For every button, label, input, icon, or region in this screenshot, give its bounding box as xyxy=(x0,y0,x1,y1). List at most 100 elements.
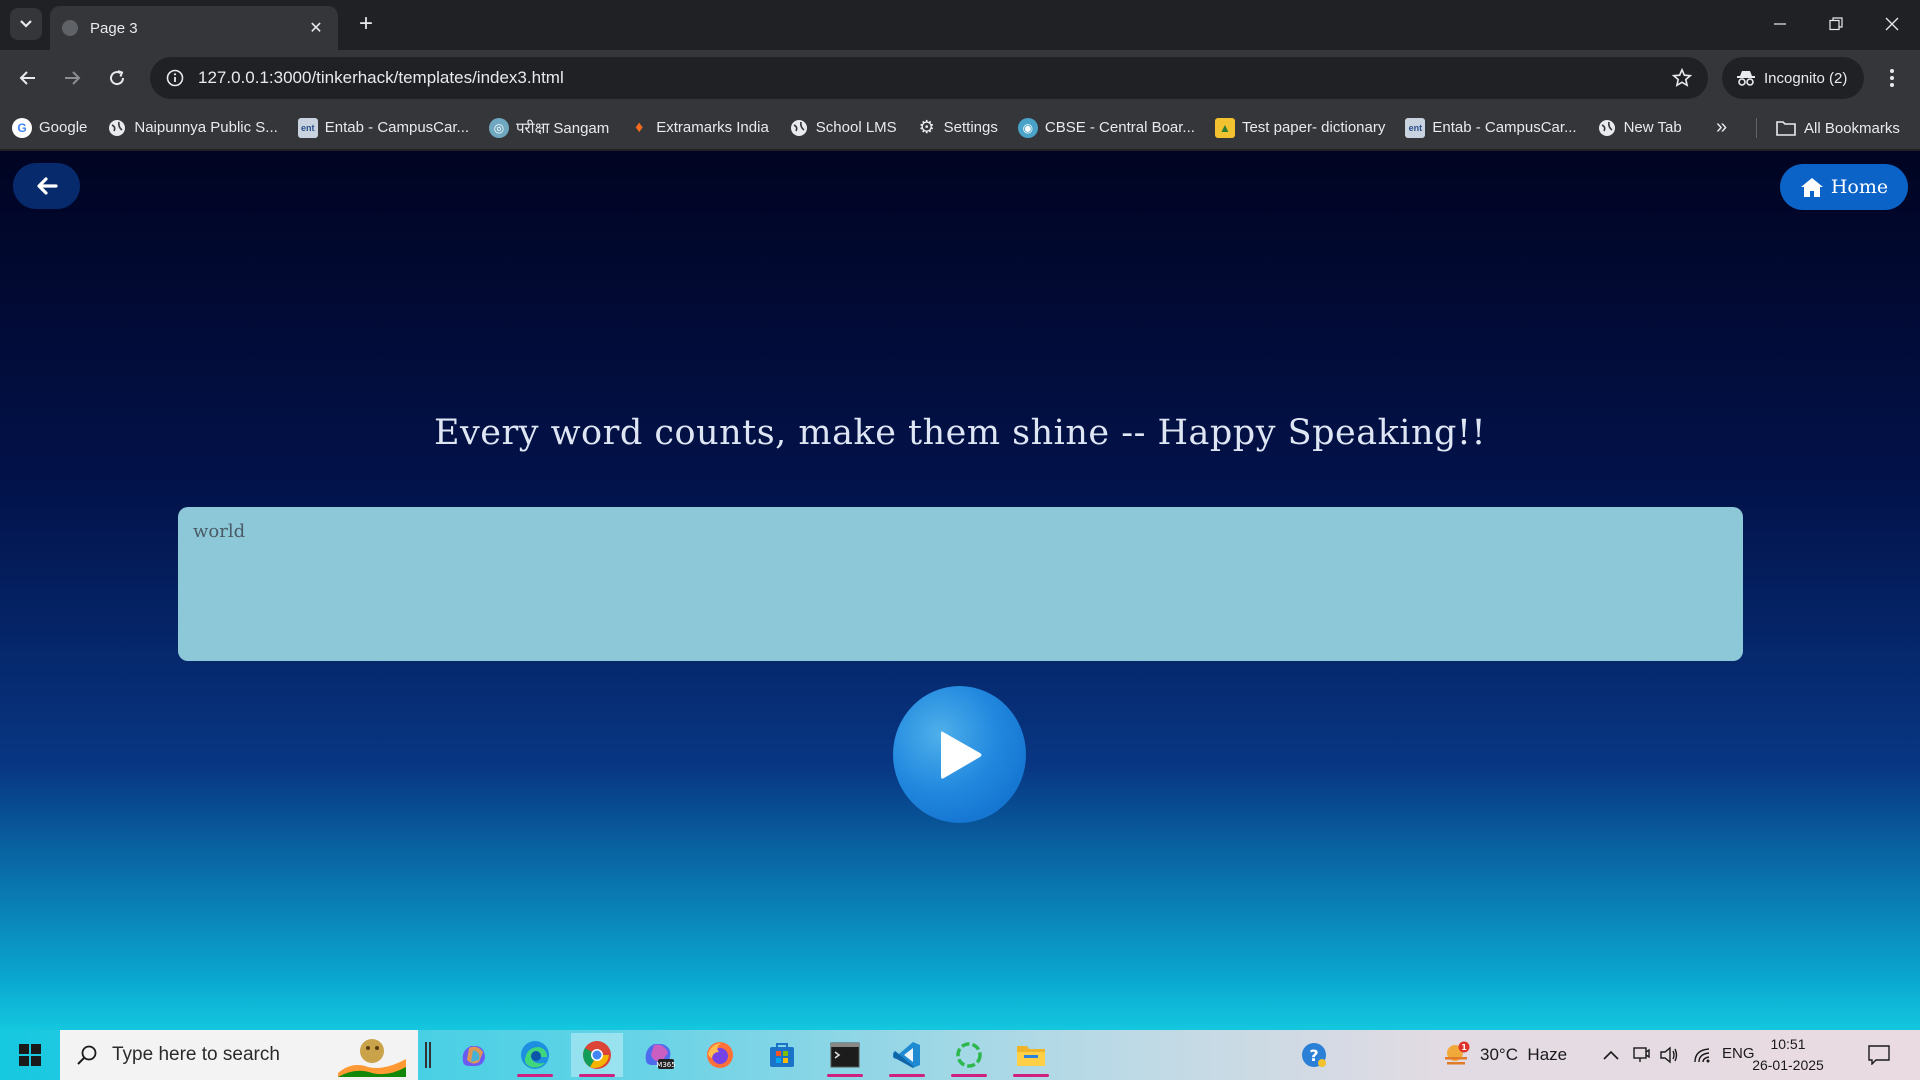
bookmark-settings[interactable]: ⚙ Settings xyxy=(917,117,998,138)
taskbar-store[interactable] xyxy=(756,1033,808,1077)
bookmark-test-paper[interactable]: ▲ Test paper- dictionary xyxy=(1214,117,1385,138)
speech-text-input[interactable]: world xyxy=(178,507,1743,661)
bookmark-label: Settings xyxy=(943,119,998,136)
bookmarks-bar: G Google Naipunnya Public S... ent Entab… xyxy=(0,106,1920,150)
restore-button[interactable] xyxy=(1808,0,1864,48)
svg-text:?: ? xyxy=(1309,1046,1318,1065)
google-icon: G xyxy=(12,117,32,138)
home-button[interactable]: Home xyxy=(1780,164,1908,210)
weather-text: 30°C Haze xyxy=(1480,1045,1568,1064)
show-hidden-icons-button[interactable] xyxy=(1598,1033,1624,1077)
bookmark-naipunnya[interactable]: Naipunnya Public S... xyxy=(107,118,278,138)
address-bar[interactable]: 127.0.0.1:3000/tinkerhack/templates/inde… xyxy=(150,57,1708,99)
site-info-icon[interactable] xyxy=(166,69,184,87)
bookmark-entab-1[interactable]: ent Entab - CampusCar... xyxy=(297,117,469,138)
volume-button[interactable] xyxy=(1656,1033,1682,1077)
start-button[interactable] xyxy=(10,1040,50,1070)
bookmark-label: Extramarks India xyxy=(656,119,769,136)
arrow-left-icon xyxy=(19,71,35,85)
network-button[interactable] xyxy=(1690,1033,1716,1077)
bookmark-extramarks[interactable]: ♦ Extramarks India xyxy=(629,118,769,138)
taskbar-chrome[interactable] xyxy=(571,1033,623,1077)
play-icon xyxy=(940,730,981,779)
browser-tab[interactable]: Page 3 ✕ xyxy=(50,6,338,50)
svg-text:M365: M365 xyxy=(656,1061,675,1069)
active-indicator xyxy=(579,1074,615,1077)
active-indicator xyxy=(827,1074,863,1077)
taskbar-edge[interactable] xyxy=(509,1033,561,1077)
task-view-button[interactable] xyxy=(413,1033,443,1077)
close-window-button[interactable] xyxy=(1864,0,1920,48)
chevron-down-icon xyxy=(20,20,32,28)
home-label: Home xyxy=(1830,176,1889,198)
folder-icon xyxy=(1776,121,1796,136)
taskbar-copilot[interactable] xyxy=(448,1033,500,1077)
bookmark-pariksha-sangam[interactable]: ◎ परीक्षा Sangam xyxy=(489,117,609,138)
task-view-icon xyxy=(425,1042,431,1068)
arrow-left-icon xyxy=(36,177,58,195)
reload-button[interactable] xyxy=(101,62,133,94)
notification-icon xyxy=(1868,1045,1890,1065)
active-indicator xyxy=(951,1074,987,1077)
minimize-button[interactable] xyxy=(1752,0,1808,48)
microsoft-store-icon xyxy=(770,1043,794,1067)
taskbar-file-explorer[interactable] xyxy=(1005,1033,1057,1077)
cbse-icon: ◉ xyxy=(1017,117,1038,138)
bookmark-star-icon[interactable] xyxy=(1672,68,1692,88)
page-favicon-icon xyxy=(62,20,78,36)
back-nav-button[interactable] xyxy=(12,62,44,94)
system-clock[interactable]: 10:51 26-01-2025 xyxy=(1752,1034,1824,1076)
refresh-app-icon xyxy=(956,1042,982,1068)
clock-date: 26-01-2025 xyxy=(1752,1057,1824,1073)
bookmark-new-tab[interactable]: New Tab xyxy=(1597,118,1682,138)
microsoft-365-icon: M365 xyxy=(645,1044,676,1069)
clock-time: 10:51 xyxy=(1770,1036,1806,1052)
bookmarks-divider xyxy=(1756,118,1757,138)
vscode-icon xyxy=(893,1042,920,1068)
browser-menu-button[interactable] xyxy=(1876,62,1908,94)
reload-icon xyxy=(110,70,125,86)
taskbar-search-box[interactable]: Type here to search xyxy=(60,1030,418,1080)
bookmark-label: Google xyxy=(39,119,88,136)
incognito-indicator[interactable]: Incognito (2) xyxy=(1722,57,1864,99)
language-indicator[interactable]: ENG xyxy=(1722,1045,1755,1062)
taskbar-firefox[interactable] xyxy=(694,1033,746,1077)
all-bookmarks-button[interactable]: All Bookmarks xyxy=(1776,106,1900,150)
bookmark-entab-2[interactable]: ent Entab - CampusCar... xyxy=(1405,117,1577,138)
page-content: Home Every word counts, make them shine … xyxy=(0,151,1920,1030)
bookmark-label: Entab - CampusCar... xyxy=(1432,119,1577,136)
close-icon xyxy=(1885,17,1899,31)
all-bookmarks-label: All Bookmarks xyxy=(1804,119,1900,137)
active-indicator xyxy=(889,1074,925,1077)
restore-icon xyxy=(1829,17,1843,31)
image-icon: ▲ xyxy=(1214,117,1235,138)
bookmark-label: School LMS xyxy=(815,119,897,136)
haze-weather-icon: 1 xyxy=(1445,1041,1470,1065)
bookmark-school-lms[interactable]: School LMS xyxy=(789,118,897,138)
new-tab-button[interactable]: + xyxy=(352,10,380,38)
display-icon xyxy=(1633,1047,1650,1062)
meet-now-button[interactable] xyxy=(1628,1033,1654,1077)
taskbar-help[interactable]: ? xyxy=(1292,1033,1336,1077)
browser-toolbar: 127.0.0.1:3000/tinkerhack/templates/inde… xyxy=(0,50,1920,106)
chevron-double-right-icon[interactable]: » xyxy=(1716,116,1727,139)
back-button[interactable] xyxy=(13,163,80,209)
incognito-label: Incognito (2) xyxy=(1764,69,1848,87)
active-indicator xyxy=(517,1074,553,1077)
play-button[interactable] xyxy=(893,686,1026,823)
extramarks-icon: ♦ xyxy=(635,118,644,136)
globe-icon xyxy=(789,118,809,138)
gear-icon: ⚙ xyxy=(918,117,935,137)
taskbar-loader-app[interactable] xyxy=(943,1033,995,1077)
weather-widget[interactable]: 1 30°C Haze xyxy=(1442,1033,1604,1077)
notification-center-button[interactable] xyxy=(1856,1033,1902,1077)
windows-taskbar: Type here to search M365 ? 1 30°C Haze E… xyxy=(0,1030,1920,1080)
bookmark-cbse[interactable]: ◉ CBSE - Central Boar... xyxy=(1017,117,1195,138)
tab-search-button[interactable] xyxy=(10,8,42,40)
taskbar-vscode[interactable] xyxy=(881,1033,933,1077)
bookmark-google[interactable]: G Google xyxy=(12,117,88,138)
tab-close-icon[interactable]: ✕ xyxy=(306,18,326,38)
taskbar-terminal[interactable] xyxy=(819,1033,871,1077)
taskbar-m365[interactable]: M365 xyxy=(633,1033,685,1077)
forward-nav-button[interactable] xyxy=(56,62,88,94)
